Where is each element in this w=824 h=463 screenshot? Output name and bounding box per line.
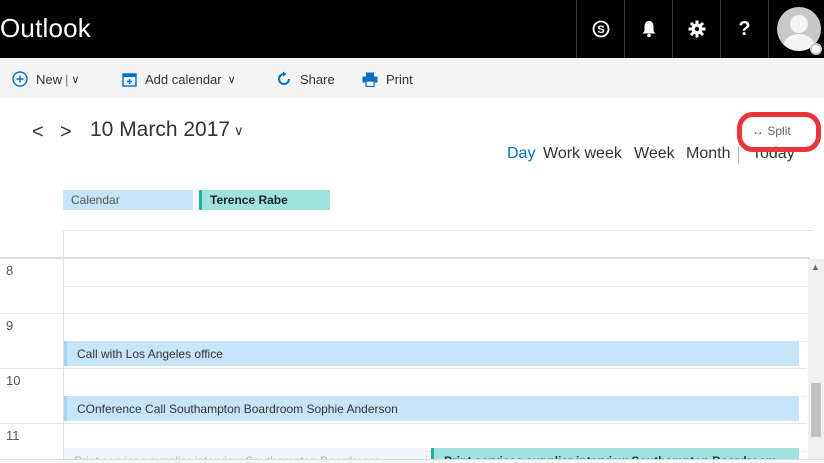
bell-icon (641, 20, 657, 38)
scroll-thumb[interactable] (811, 383, 821, 437)
top-bar: Outlook S ? (0, 0, 824, 58)
svg-text:S: S (597, 24, 604, 36)
view-day[interactable]: Day (507, 145, 535, 163)
all-day-row[interactable] (63, 230, 813, 257)
chevron-down-icon[interactable]: ∨ (71, 73, 79, 86)
hour-label-10: 10 (6, 373, 21, 388)
share-label: Share (300, 71, 335, 87)
view-month[interactable]: Month (686, 145, 730, 163)
view-work-week[interactable]: Work week (543, 145, 622, 163)
previous-day-button[interactable]: < (32, 121, 44, 144)
add-calendar-label: Add calendar (145, 71, 222, 87)
plus-circle-icon (12, 71, 28, 87)
hour-line (0, 313, 807, 314)
hour-line (0, 423, 807, 424)
terence-rabe-calendar-chip[interactable]: Terence Rabe (199, 190, 330, 210)
presence-status-icon (810, 43, 822, 55)
hour-label-8: 8 (6, 263, 14, 278)
split-highlight-annotation (737, 112, 821, 152)
calendar-add-icon (122, 72, 137, 87)
printer-icon (362, 72, 378, 87)
hour-label-11: 11 (6, 428, 20, 443)
half-hour-line (63, 286, 807, 287)
skype-button[interactable]: S (576, 0, 624, 58)
notifications-button[interactable] (624, 0, 672, 58)
view-divider (738, 146, 739, 164)
gear-icon (688, 20, 706, 38)
app-title[interactable]: Outlook (0, 13, 91, 44)
chevron-down-icon[interactable]: ∨ (234, 123, 244, 139)
print-button[interactable]: Print (362, 69, 413, 89)
hour-line (0, 368, 807, 369)
new-button[interactable]: New | ∨ (12, 69, 79, 89)
view-week[interactable]: Week (634, 145, 675, 163)
share-button[interactable]: Share (276, 69, 335, 89)
account-button[interactable] (768, 0, 824, 58)
event-call-los-angeles[interactable]: Call with Los Angeles office (64, 341, 799, 366)
current-date[interactable]: 10 March 2017 (90, 118, 230, 142)
settings-button[interactable] (672, 0, 720, 58)
next-day-button[interactable]: > (60, 121, 72, 144)
vertical-scrollbar[interactable]: ▲ (808, 259, 824, 463)
new-label: New (36, 71, 63, 87)
scroll-up-arrow-icon[interactable]: ▲ (811, 262, 820, 272)
hour-label-9: 9 (6, 318, 14, 333)
add-calendar-button[interactable]: Add calendar ∨ (122, 69, 236, 89)
chevron-down-icon: ∨ (227, 73, 236, 86)
calendar-chip[interactable]: Calendar (63, 190, 193, 210)
help-button[interactable]: ? (720, 0, 768, 58)
new-separator: | (65, 71, 69, 87)
day-grid: 8 9 10 11 Call with Los Angeles office C… (0, 259, 824, 463)
time-column: 8 9 10 11 (0, 259, 63, 463)
bottom-border (0, 459, 824, 463)
share-icon (276, 71, 292, 87)
skype-icon: S (592, 20, 610, 38)
event-conference-call[interactable]: COnference Call Southampton Boardroom So… (64, 396, 799, 421)
print-label: Print (386, 71, 413, 87)
command-bar: New | ∨ Add calendar ∨ Share Print (0, 58, 824, 98)
help-icon: ? (738, 17, 751, 40)
